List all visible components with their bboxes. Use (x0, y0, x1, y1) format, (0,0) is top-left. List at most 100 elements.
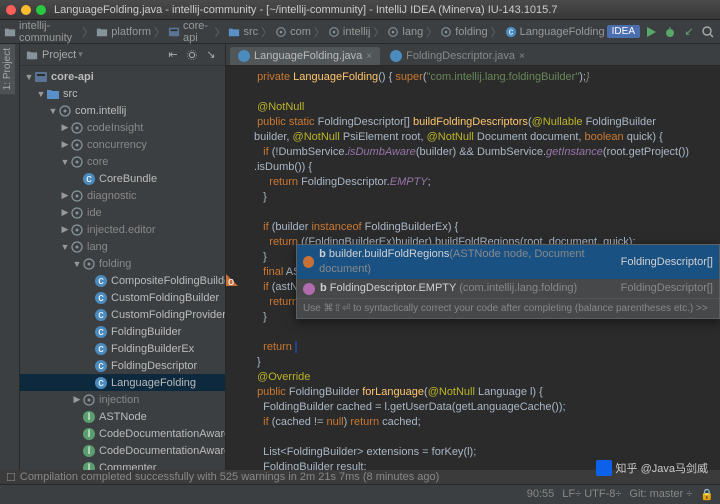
pkg-icon (58, 104, 72, 118)
int-icon (82, 410, 96, 424)
cls-icon (94, 359, 108, 373)
package-icon (440, 26, 452, 38)
collapse-all-icon[interactable]: ⇤ (165, 47, 181, 63)
tree-node[interactable]: ▶ide (20, 204, 225, 221)
run-config-selector[interactable]: IDEA (607, 25, 640, 38)
tree-twistie-icon[interactable]: ▶ (60, 139, 70, 150)
class-icon (390, 50, 402, 62)
tree-twistie-icon[interactable]: ▶ (60, 190, 70, 201)
tree-twistie-icon[interactable]: ▶ (60, 207, 70, 218)
tree-node[interactable]: LanguageFolding (20, 374, 225, 391)
tree-twistie-icon[interactable]: ▼ (36, 89, 46, 99)
tree-node[interactable]: FoldingDescriptor (20, 357, 225, 374)
cls-icon (82, 172, 96, 186)
tree-node[interactable]: CodeDocumentationAwareCom (20, 442, 225, 459)
caret-position[interactable]: 90:55 (527, 488, 555, 501)
tree-node[interactable]: ▼src (20, 85, 225, 102)
class-icon (505, 26, 517, 38)
tree-node[interactable]: ▶injected.editor (20, 221, 225, 238)
cls-icon (94, 342, 108, 356)
package-icon (275, 26, 287, 38)
window-titlebar: LanguageFolding.java - intellij-communit… (0, 0, 720, 20)
pkg-icon (70, 155, 84, 169)
field-icon (303, 283, 315, 295)
close-tab-icon[interactable]: × (366, 51, 372, 62)
module-icon (168, 26, 180, 38)
hide-panel-icon[interactable]: ↘ (203, 47, 219, 63)
tree-node[interactable]: ▼core (20, 153, 225, 170)
search-button[interactable] (700, 24, 716, 40)
completion-item[interactable]: b FoldingDescriptor.EMPTY (com.intellij.… (297, 279, 719, 298)
minimize-window-icon[interactable] (21, 5, 31, 15)
cls-icon (94, 308, 108, 322)
override-gutter-icon[interactable] (226, 274, 238, 286)
int-icon (82, 427, 96, 441)
tab-language-folding[interactable]: LanguageFolding.java × (230, 47, 380, 65)
tree-node[interactable]: ▶concurrency (20, 136, 225, 153)
tree-node[interactable]: ▼core-api (20, 68, 225, 85)
window-title: LanguageFolding.java - intellij-communit… (54, 4, 557, 16)
pkg-icon (70, 121, 84, 135)
tree-node[interactable]: ▶injection (20, 391, 225, 408)
completion-item[interactable]: b builder.buildFoldRegions(ASTNode node,… (297, 245, 719, 279)
tree-node[interactable]: ▼com.intellij (20, 102, 225, 119)
tree-node[interactable]: ASTNode (20, 408, 225, 425)
project-tool-label[interactable]: 1: Project (0, 44, 15, 94)
zoom-window-icon[interactable] (36, 5, 46, 15)
cls-icon (94, 325, 108, 339)
close-window-icon[interactable] (6, 5, 16, 15)
project-tree[interactable]: ▼core-api▼src▼com.intellij▶codeInsight▶c… (20, 66, 225, 470)
tree-node[interactable]: CustomFoldingProvider (20, 306, 225, 323)
tree-node[interactable]: CodeDocumentationAwareCom (20, 425, 225, 442)
method-icon (303, 256, 314, 268)
tree-twistie-icon[interactable]: ▼ (24, 72, 34, 82)
tree-node[interactable]: ▼lang (20, 238, 225, 255)
tab-folding-descriptor[interactable]: FoldingDescriptor.java × (382, 47, 533, 65)
tree-node[interactable]: FoldingBuilderEx (20, 340, 225, 357)
src-icon (46, 87, 60, 101)
debug-button[interactable] (662, 24, 678, 40)
line-ending[interactable]: LF÷ UTF-8÷ (562, 488, 621, 501)
git-branch[interactable]: Git: master ÷ (629, 488, 692, 501)
folder-icon (26, 49, 38, 61)
class-icon (238, 50, 250, 62)
tree-twistie-icon[interactable]: ▶ (60, 122, 70, 133)
close-tab-icon[interactable]: × (519, 51, 525, 62)
tree-twistie-icon[interactable]: ▼ (72, 259, 82, 269)
tree-node[interactable]: CustomFoldingBuilder (20, 289, 225, 306)
tree-node[interactable]: Commenter (20, 459, 225, 470)
run-button[interactable] (643, 24, 659, 40)
tree-node[interactable]: CoreBundle (20, 170, 225, 187)
panel-header: Project ▾ ⇤ ↘ (20, 44, 225, 66)
left-gutter[interactable]: 1: Project (0, 44, 20, 470)
tree-twistie-icon[interactable]: ▼ (60, 242, 70, 252)
pkg-icon (70, 240, 84, 254)
code-editor[interactable]: private LanguageFolding() { super("com.i… (226, 66, 720, 470)
tree-node[interactable]: FoldingBuilder (20, 323, 225, 340)
package-icon (328, 26, 340, 38)
completion-popup[interactable]: b builder.buildFoldRegions(ASTNode node,… (296, 244, 720, 319)
package-icon (387, 26, 399, 38)
tree-twistie-icon[interactable]: ▼ (60, 157, 70, 167)
chevron-down-icon[interactable]: ▾ (78, 49, 83, 60)
tree-twistie-icon[interactable]: ▶ (60, 224, 70, 235)
panel-title: Project (42, 49, 76, 61)
src-folder-icon (228, 26, 240, 38)
breadcrumb[interactable]: intellij-community〉 platform〉 core-api〉 … (4, 20, 605, 44)
zhihu-logo-icon (596, 460, 612, 476)
tree-node[interactable]: ▼folding (20, 255, 225, 272)
cls-icon (94, 291, 108, 305)
gear-icon[interactable] (184, 47, 200, 63)
tree-twistie-icon[interactable]: ▶ (72, 394, 82, 405)
tree-node[interactable]: CompositeFoldingBuilder (20, 272, 225, 289)
watermark: 知乎 @Java马剑威 (596, 460, 708, 476)
tree-twistie-icon[interactable]: ▼ (48, 106, 58, 116)
vcs-button[interactable]: ↙ (681, 24, 697, 40)
project-panel: Project ▾ ⇤ ↘ ▼core-api▼src▼com.intellij… (20, 44, 226, 470)
tree-node[interactable]: ▶codeInsight (20, 119, 225, 136)
tree-node[interactable]: ▶diagnostic (20, 187, 225, 204)
lock-icon[interactable]: 🔒 (700, 488, 714, 501)
completion-hint: Use ⌘⇧⏎ to syntactically correct your co… (297, 298, 719, 318)
status-bar: 90:55 LF÷ UTF-8÷ Git: master ÷ 🔒 (0, 484, 720, 504)
int-icon (82, 444, 96, 458)
